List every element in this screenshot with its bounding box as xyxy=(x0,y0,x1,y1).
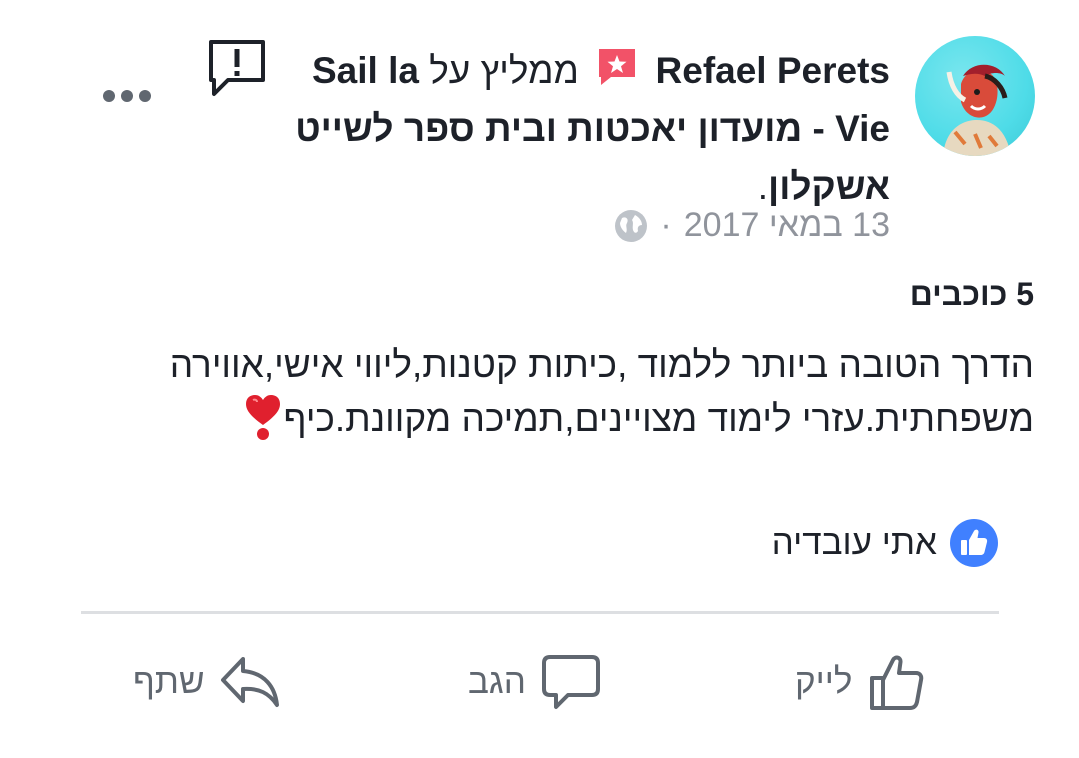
heart-emoji-icon xyxy=(245,395,280,440)
share-button[interactable]: שתף xyxy=(133,650,281,714)
comment-label: הגב xyxy=(468,662,526,701)
post-meta: 13 במאי 2017 · xyxy=(614,206,890,245)
post-body-text: משפחתית.עזרי לימוד מצויינים,תמיכה מקוונת… xyxy=(283,398,1034,439)
like-label: לייק xyxy=(795,662,853,701)
recommends-text: ממליץ על xyxy=(429,50,579,91)
avatar[interactable] xyxy=(915,36,1035,156)
more-options-icon[interactable] xyxy=(102,88,152,104)
share-label: שתף xyxy=(133,662,205,701)
reactions-summary[interactable]: אתי עובדיה xyxy=(772,518,999,568)
recommendation-badge-icon xyxy=(599,49,636,85)
rating-text: 5 כוכבים xyxy=(909,276,1034,312)
comment-button[interactable]: הגב xyxy=(468,650,602,714)
header-period: . xyxy=(757,166,769,207)
globe-icon xyxy=(615,209,648,242)
divider xyxy=(81,611,999,614)
post-date[interactable]: 13 במאי 2017 xyxy=(684,206,890,245)
post-body-line-2: משפחתית.עזרי לימוד מצויינים,תמיכה מקוונת… xyxy=(54,392,1034,446)
post-body-line: הדרך הטובה ביותר ללמוד ,כיתות קטנות,ליוו… xyxy=(169,344,1034,385)
share-icon xyxy=(220,657,279,707)
like-reaction-icon xyxy=(950,519,998,567)
post-body: הדרך הטובה ביותר ללמוד ,כיתות קטנות,ליוו… xyxy=(54,338,1034,446)
author-name[interactable]: Refael Perets xyxy=(656,50,890,91)
report-icon[interactable] xyxy=(206,38,268,100)
meta-separator: · xyxy=(660,206,672,244)
post-header: Refael Perets ממליץ על Sail la Vie - מוע… xyxy=(280,42,890,216)
like-button[interactable]: לייק xyxy=(795,650,928,714)
liker-name: אתי עובדיה xyxy=(771,523,937,562)
comment-icon xyxy=(541,655,600,709)
thumbs-up-icon xyxy=(870,655,924,710)
